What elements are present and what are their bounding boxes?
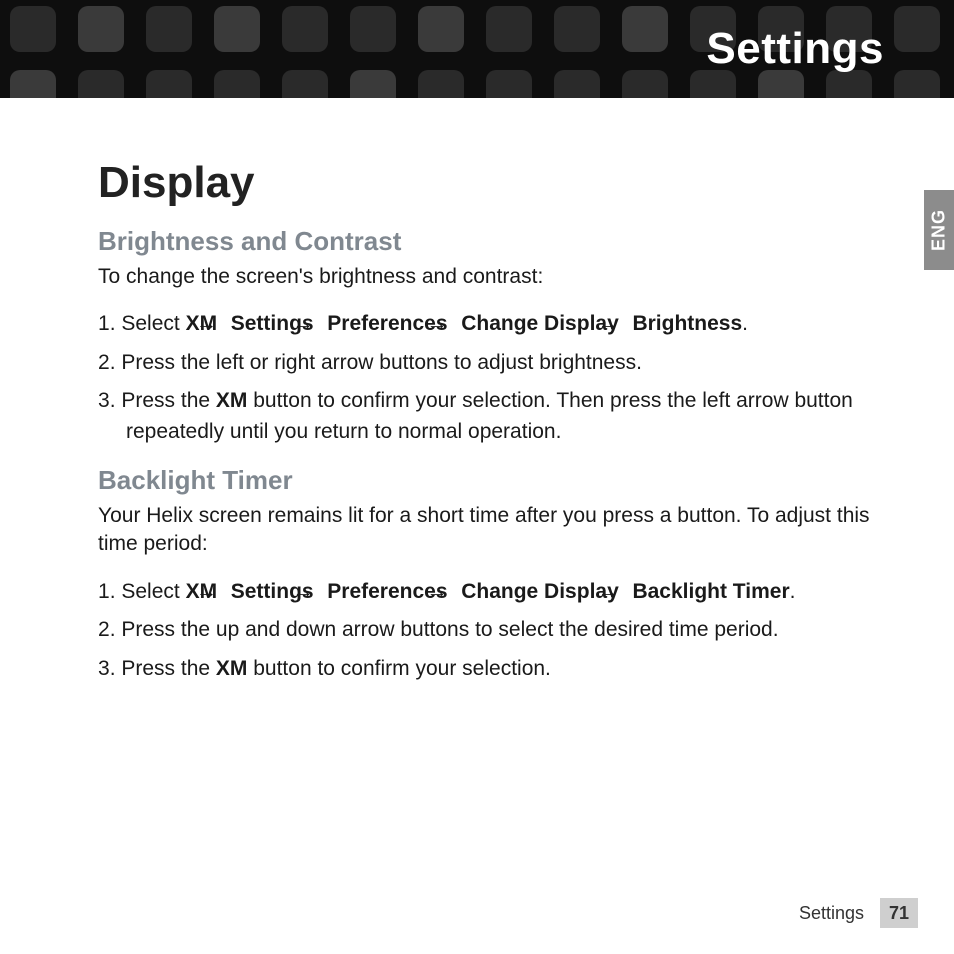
section2-lead: Your Helix screen remains lit for a shor… <box>98 502 894 559</box>
section2-step-3: Press the XM button to confirm your sele… <box>98 654 894 684</box>
page-number: 71 <box>880 898 918 928</box>
arrow-icon: → <box>453 309 455 339</box>
page-content: Display Brightness and Contrast To chang… <box>0 98 954 684</box>
arrow-icon: → <box>625 309 627 339</box>
header-band: Settings <box>0 0 954 98</box>
arrow-icon: → <box>319 577 321 607</box>
section1-lead: To change the screen's brightness and co… <box>98 263 894 291</box>
section-heading-backlight: Backlight Timer <box>98 465 894 496</box>
nav-backlight-timer: Backlight Timer <box>632 580 789 603</box>
language-tab-eng: ENG <box>924 190 954 270</box>
page-title: Display <box>98 158 894 208</box>
nav-change-display: Change Display <box>461 580 619 603</box>
nav-change-display: Change Display <box>461 312 619 335</box>
xm-button-ref: XM <box>216 389 248 412</box>
section1-step-1: Select XM → Settings → Preferences → Cha… <box>98 309 894 339</box>
arrow-icon: → <box>625 577 627 607</box>
nav-brightness: Brightness <box>632 312 742 335</box>
footer-section-label: Settings <box>799 903 864 924</box>
section1-step-3: Press the XM button to confirm your sele… <box>98 386 894 447</box>
arrow-icon: → <box>319 309 321 339</box>
section-heading-brightness: Brightness and Contrast <box>98 226 894 257</box>
section1-step-2: Press the left or right arrow buttons to… <box>98 348 894 378</box>
arrow-icon: → <box>223 577 225 607</box>
step-text: Select <box>121 312 185 335</box>
section2-steps: Select XM → Settings → Preferences → Cha… <box>98 577 894 684</box>
step-text: Press the <box>121 389 216 412</box>
step-text: Press the <box>121 657 216 680</box>
step-text: button to confirm your selection. <box>247 657 551 680</box>
arrow-icon: → <box>223 309 225 339</box>
section2-step-2: Press the up and down arrow buttons to s… <box>98 615 894 645</box>
step-text: Select <box>121 580 185 603</box>
xm-button-ref: XM <box>216 657 248 680</box>
arrow-icon: → <box>453 577 455 607</box>
page-footer: Settings 71 <box>799 898 918 928</box>
section2-step-1: Select XM → Settings → Preferences → Cha… <box>98 577 894 607</box>
header-title: Settings <box>706 24 884 74</box>
section1-steps: Select XM → Settings → Preferences → Cha… <box>98 309 894 447</box>
